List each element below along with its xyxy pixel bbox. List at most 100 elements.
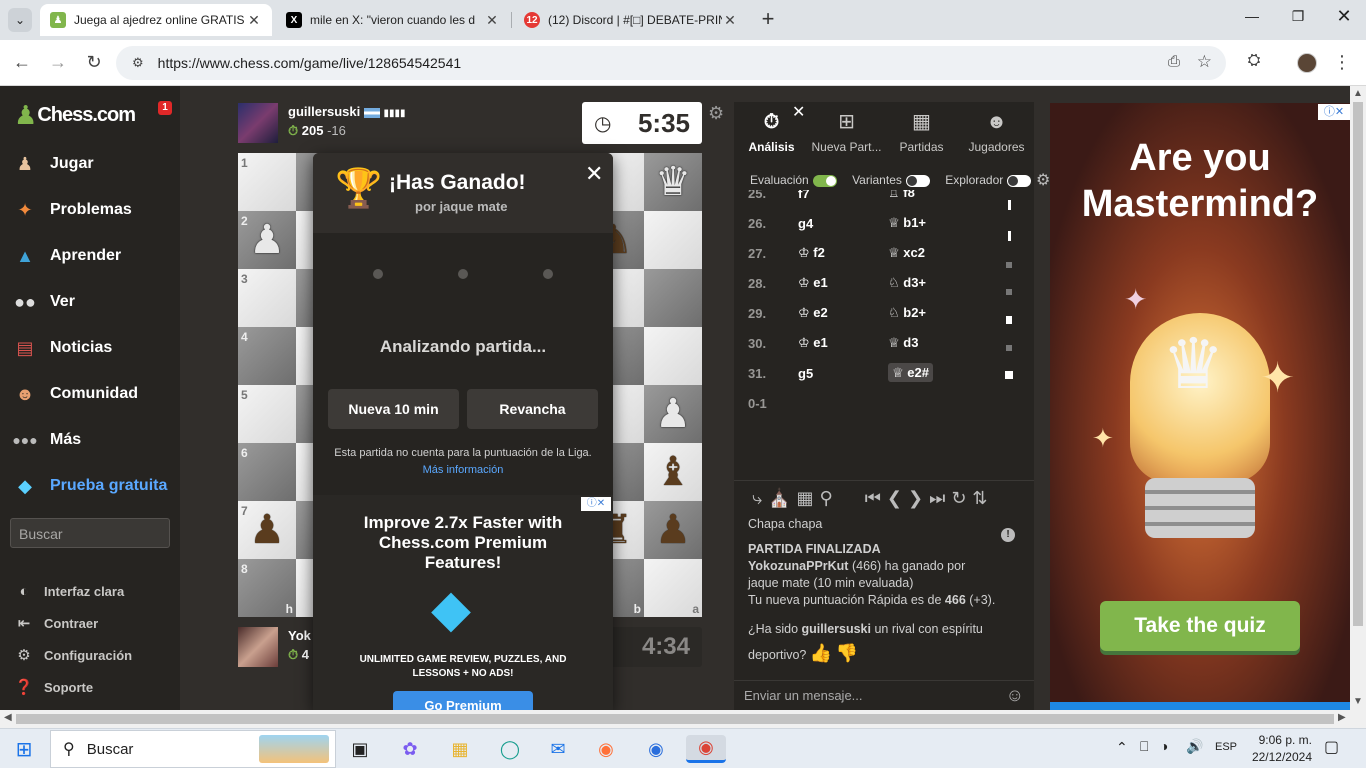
support-link[interactable]: ❓ Soporte [14,676,93,698]
toggle-switch[interactable] [905,174,930,187]
clock-time[interactable]: 9:06 p. m. [1244,733,1312,747]
tab-partidas[interactable]: ▦ Partidas [884,102,959,158]
firefox-icon[interactable]: ◉ [586,735,626,763]
current-move[interactable]: ♕ e2# [888,363,933,382]
ad-choices-icon[interactable]: ⓘ✕ [581,497,611,511]
edge-icon[interactable]: ◯ [490,735,530,763]
light-theme-toggle[interactable]: ◐ Interfaz clara [14,580,124,602]
take-quiz-button[interactable]: Take the quiz [1100,601,1300,651]
reload-icon[interactable]: ↻ [82,52,106,73]
board-square[interactable] [644,211,702,269]
black-move[interactable]: ♕ e2# [884,363,994,382]
bottom-player-avatar[interactable] [238,627,278,667]
notification-badge[interactable]: 1 [158,101,172,115]
white-move[interactable]: ♔ e1 [784,275,884,291]
board-square[interactable]: 4 [238,327,296,385]
analysis-settings-gear-icon[interactable]: ⚙ [1036,170,1050,190]
variants-toggle[interactable]: Variantes [852,173,930,187]
scroll-right-icon[interactable]: ▶ [1338,712,1346,723]
profile-avatar[interactable] [1297,53,1317,73]
taskbar-search[interactable]: ⚲ Buscar [50,730,336,768]
forward-icon[interactable]: → [46,52,70,73]
black-move[interactable]: ♕ xc2 [884,245,994,261]
first-move-icon[interactable]: ⏮ [865,488,881,509]
white-move[interactable]: f7 [784,190,884,201]
search-input[interactable]: Buscar [10,518,170,548]
browser-tab-discord[interactable]: 12 (12) Discord | #[□] DEBATE-PRIN ✕ [514,4,748,36]
next-move-icon[interactable]: ❯ [908,488,923,509]
close-modal-icon[interactable]: ✕ [585,161,603,187]
board-square[interactable]: 3 [238,269,296,327]
toggle-switch[interactable] [1007,174,1032,187]
collapse-button[interactable]: ⇤ Contraer [14,612,98,634]
museum-icon[interactable]: ⛪ [768,488,790,509]
board-square[interactable]: ♝ [644,443,702,501]
white-move[interactable]: ♔ e1 [784,335,884,351]
chess-piece[interactable]: ♟ [655,391,691,437]
board-settings-gear-icon[interactable]: ⚙ [708,103,724,124]
black-move[interactable]: ♘ b2+ [884,305,994,321]
settings-link[interactable]: ⚙ Configuración [14,644,132,666]
chat-input[interactable]: Enviar un mensaje... ☺ [734,680,1034,710]
emoji-icon[interactable]: ☺ [1006,685,1024,706]
board-square[interactable]: ♟ [644,501,702,559]
bookmark-star-icon[interactable]: ☆ [1197,52,1212,72]
nav-problemas[interactable]: ✦ Problemas [12,195,131,225]
wifi-icon[interactable]: ◑ [1160,738,1168,754]
scroll-left-icon[interactable]: ◀ [4,712,12,723]
vertical-scrollbar[interactable]: ▲ ▼ [1350,86,1366,728]
toggle-switch[interactable] [812,174,837,187]
new-tab-button[interactable]: + [756,6,780,32]
black-move[interactable]: ♘ d3+ [884,275,994,291]
board-square[interactable]: 1 [238,153,296,211]
browser-tab-x[interactable]: X mile en X: "vieron cuando les d ✕ [276,4,510,36]
tab-nueva-partida[interactable]: ⊞ Nueva Part... [809,102,884,158]
minimize-icon[interactable]: — [1232,8,1272,24]
black-move[interactable]: ♕ b1+ [884,215,994,231]
flip-board-icon[interactable]: ⇅ [972,488,987,509]
explorer-toggle[interactable]: Explorador [945,173,1032,187]
extensions-icon[interactable]: ⛭ [1242,52,1266,70]
nav-trial[interactable]: ◆ Prueba gratuita [12,471,167,501]
url-text[interactable]: https://www.chess.com/game/live/12865454… [158,55,462,71]
go-premium-button[interactable]: Go Premium [393,691,533,710]
scroll-thumb[interactable] [1353,102,1363,626]
close-tab-icon[interactable]: ✕ [792,102,805,122]
nav-ver[interactable]: ●● Ver [12,287,75,317]
firefox-dev-icon[interactable]: ◉ [636,735,676,763]
more-info-link[interactable]: Más información [313,464,613,476]
board-square[interactable]: 5 [238,385,296,443]
close-tab-icon[interactable]: ✕ [246,12,262,29]
rematch-button[interactable]: Revancha [467,389,598,429]
file-explorer-icon[interactable]: ▦ [440,735,480,763]
board-square[interactable]: a [644,559,702,617]
chess-piece[interactable]: ♝ [655,449,691,495]
close-tab-icon[interactable]: ✕ [484,12,500,29]
windows-start-icon[interactable]: ⊞ [4,735,44,763]
board-square[interactable]: ♟ [644,385,702,443]
white-move[interactable]: g5 [784,366,884,381]
share-icon[interactable]: ⤷ [752,488,762,509]
nav-jugar[interactable]: ♟ Jugar [12,149,94,179]
tab-jugadores[interactable]: ☻ Jugadores [959,102,1034,158]
install-app-icon[interactable]: ⎙ [1168,53,1180,70]
board-square[interactable]: ♟ 2 [238,211,296,269]
top-player-avatar[interactable] [238,103,278,143]
board-square[interactable] [644,327,702,385]
chess-logo[interactable]: ♟ Chess.com [14,100,136,131]
chess-piece[interactable]: ♟ [249,217,285,263]
task-view-icon[interactable]: ▣ [340,735,380,763]
nav-noticias[interactable]: ▤ Noticias [12,333,112,363]
volume-icon[interactable]: 🔊 [1186,738,1203,755]
thumbs-down-icon[interactable]: 👎 [836,643,858,663]
board-square[interactable]: 8h [238,559,296,617]
scroll-down-icon[interactable]: ▼ [1353,696,1363,707]
language-indicator[interactable]: ESP [1215,741,1237,753]
close-window-icon[interactable]: ✕ [1324,6,1364,27]
white-move[interactable]: ♔ e2 [784,305,884,321]
scroll-thumb[interactable] [16,714,1334,724]
ad-choices-icon[interactable]: ⓘ✕ [1318,104,1350,120]
zoom-icon[interactable]: ⚲ [820,488,833,509]
tab-search-button[interactable]: ⌄ [8,8,32,32]
prev-move-icon[interactable]: ❮ [887,488,902,509]
